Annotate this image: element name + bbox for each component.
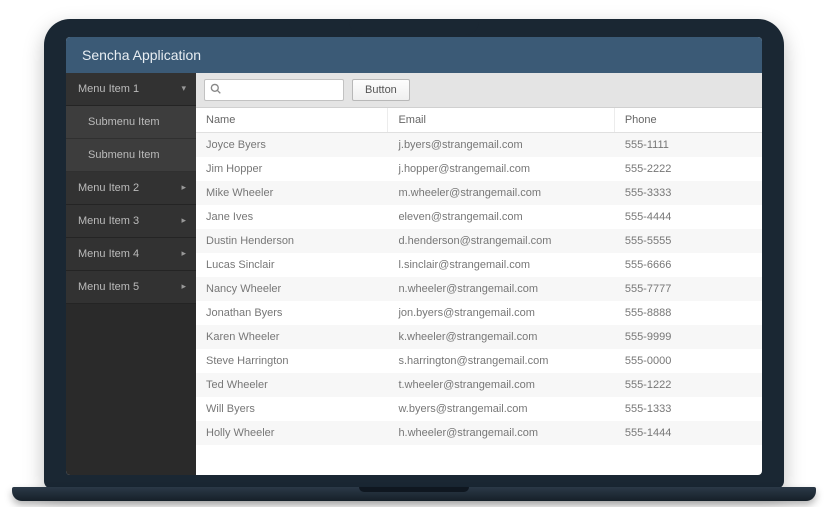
menu-item-label: Menu Item 5	[78, 281, 139, 293]
cell-phone: 555-1111	[615, 133, 762, 157]
chevron-right-icon: ▸	[181, 215, 186, 226]
cell-phone: 555-7777	[615, 277, 762, 301]
toolbar: Button	[196, 73, 762, 108]
cell-name: Jonathan Byers	[196, 301, 388, 325]
cell-email: d.henderson@strangemail.com	[388, 229, 614, 253]
table-row[interactable]: Mike Wheelerm.wheeler@strangemail.com555…	[196, 181, 762, 205]
chevron-right-icon: ▸	[181, 182, 186, 193]
menu-item-label: Menu Item 3	[78, 215, 139, 227]
main-panel: Button Name Email Phone Joyce Byersj.bye…	[196, 73, 762, 475]
cell-name: Dustin Henderson	[196, 229, 388, 253]
cell-name: Joyce Byers	[196, 133, 388, 157]
cell-name: Lucas Sinclair	[196, 253, 388, 277]
table-row[interactable]: Jim Hopperj.hopper@strangemail.com555-22…	[196, 157, 762, 181]
table-row[interactable]: Will Byersw.byers@strangemail.com555-133…	[196, 397, 762, 421]
chevron-right-icon: ▸	[181, 281, 186, 292]
cell-email: jon.byers@strangemail.com	[388, 301, 614, 325]
cell-email: eleven@strangemail.com	[388, 205, 614, 229]
cell-name: Nancy Wheeler	[196, 277, 388, 301]
submenu-item[interactable]: Submenu Item	[66, 106, 196, 139]
laptop-notch	[349, 19, 479, 35]
search-input[interactable]	[204, 79, 344, 101]
cell-name: Ted Wheeler	[196, 373, 388, 397]
column-header-email[interactable]: Email	[388, 108, 614, 132]
cell-phone: 555-1222	[615, 373, 762, 397]
column-header-name[interactable]: Name	[196, 108, 388, 132]
cell-email: w.byers@strangemail.com	[388, 397, 614, 421]
cell-name: Karen Wheeler	[196, 325, 388, 349]
app-header: Sencha Application	[66, 37, 762, 73]
chevron-down-icon: ▾	[181, 83, 186, 94]
menu-item-5[interactable]: Menu Item 5 ▸	[66, 271, 196, 304]
table-row[interactable]: Holly Wheelerh.wheeler@strangemail.com55…	[196, 421, 762, 445]
menu-item-1[interactable]: Menu Item 1 ▾	[66, 73, 196, 106]
submenu-item[interactable]: Submenu Item	[66, 139, 196, 172]
cell-phone: 555-6666	[615, 253, 762, 277]
cell-name: Mike Wheeler	[196, 181, 388, 205]
app-title: Sencha Application	[82, 47, 201, 63]
cell-email: j.byers@strangemail.com	[388, 133, 614, 157]
table-row[interactable]: Nancy Wheelern.wheeler@strangemail.com55…	[196, 277, 762, 301]
table-row[interactable]: Jane Iveseleven@strangemail.com555-4444	[196, 205, 762, 229]
cell-name: Jim Hopper	[196, 157, 388, 181]
laptop-frame: Sencha Application Menu Item 1 ▾ Submenu…	[44, 19, 784, 489]
submenu-item-label: Submenu Item	[88, 149, 160, 161]
sidebar: Menu Item 1 ▾ Submenu Item Submenu Item …	[66, 73, 196, 475]
cell-phone: 555-2222	[615, 157, 762, 181]
menu-item-2[interactable]: Menu Item 2 ▸	[66, 172, 196, 205]
menu-item-label: Menu Item 1	[78, 83, 139, 95]
chevron-right-icon: ▸	[181, 248, 186, 259]
table-row[interactable]: Karen Wheelerk.wheeler@strangemail.com55…	[196, 325, 762, 349]
data-grid: Name Email Phone Joyce Byersj.byers@stra…	[196, 108, 762, 475]
table-row[interactable]: Joyce Byersj.byers@strangemail.com555-11…	[196, 133, 762, 157]
app-content: Menu Item 1 ▾ Submenu Item Submenu Item …	[66, 73, 762, 475]
grid-body: Joyce Byersj.byers@strangemail.com555-11…	[196, 133, 762, 445]
menu-item-4[interactable]: Menu Item 4 ▸	[66, 238, 196, 271]
app-screen: Sencha Application Menu Item 1 ▾ Submenu…	[66, 37, 762, 475]
menu-item-label: Menu Item 2	[78, 182, 139, 194]
cell-phone: 555-9999	[615, 325, 762, 349]
laptop-base	[12, 487, 816, 501]
submenu-item-label: Submenu Item	[88, 116, 160, 128]
cell-phone: 555-0000	[615, 349, 762, 373]
cell-email: s.harrington@strangemail.com	[388, 349, 614, 373]
table-row[interactable]: Jonathan Byersjon.byers@strangemail.com5…	[196, 301, 762, 325]
cell-phone: 555-1333	[615, 397, 762, 421]
menu-item-3[interactable]: Menu Item 3 ▸	[66, 205, 196, 238]
cell-email: k.wheeler@strangemail.com	[388, 325, 614, 349]
toolbar-button[interactable]: Button	[352, 79, 410, 101]
cell-phone: 555-8888	[615, 301, 762, 325]
cell-email: m.wheeler@strangemail.com	[388, 181, 614, 205]
cell-name: Jane Ives	[196, 205, 388, 229]
cell-phone: 555-5555	[615, 229, 762, 253]
column-header-phone[interactable]: Phone	[615, 108, 762, 132]
cell-name: Steve Harrington	[196, 349, 388, 373]
cell-email: h.wheeler@strangemail.com	[388, 421, 614, 445]
cell-email: t.wheeler@strangemail.com	[388, 373, 614, 397]
table-row[interactable]: Steve Harringtons.harrington@strangemail…	[196, 349, 762, 373]
menu-item-label: Menu Item 4	[78, 248, 139, 260]
cell-phone: 555-1444	[615, 421, 762, 445]
search-wrap	[204, 79, 344, 101]
table-row[interactable]: Dustin Hendersond.henderson@strangemail.…	[196, 229, 762, 253]
grid-header: Name Email Phone	[196, 108, 762, 133]
cell-email: l.sinclair@strangemail.com	[388, 253, 614, 277]
cell-phone: 555-4444	[615, 205, 762, 229]
cell-email: n.wheeler@strangemail.com	[388, 277, 614, 301]
cell-email: j.hopper@strangemail.com	[388, 157, 614, 181]
table-row[interactable]: Lucas Sinclairl.sinclair@strangemail.com…	[196, 253, 762, 277]
cell-phone: 555-3333	[615, 181, 762, 205]
cell-name: Will Byers	[196, 397, 388, 421]
cell-name: Holly Wheeler	[196, 421, 388, 445]
table-row[interactable]: Ted Wheelert.wheeler@strangemail.com555-…	[196, 373, 762, 397]
